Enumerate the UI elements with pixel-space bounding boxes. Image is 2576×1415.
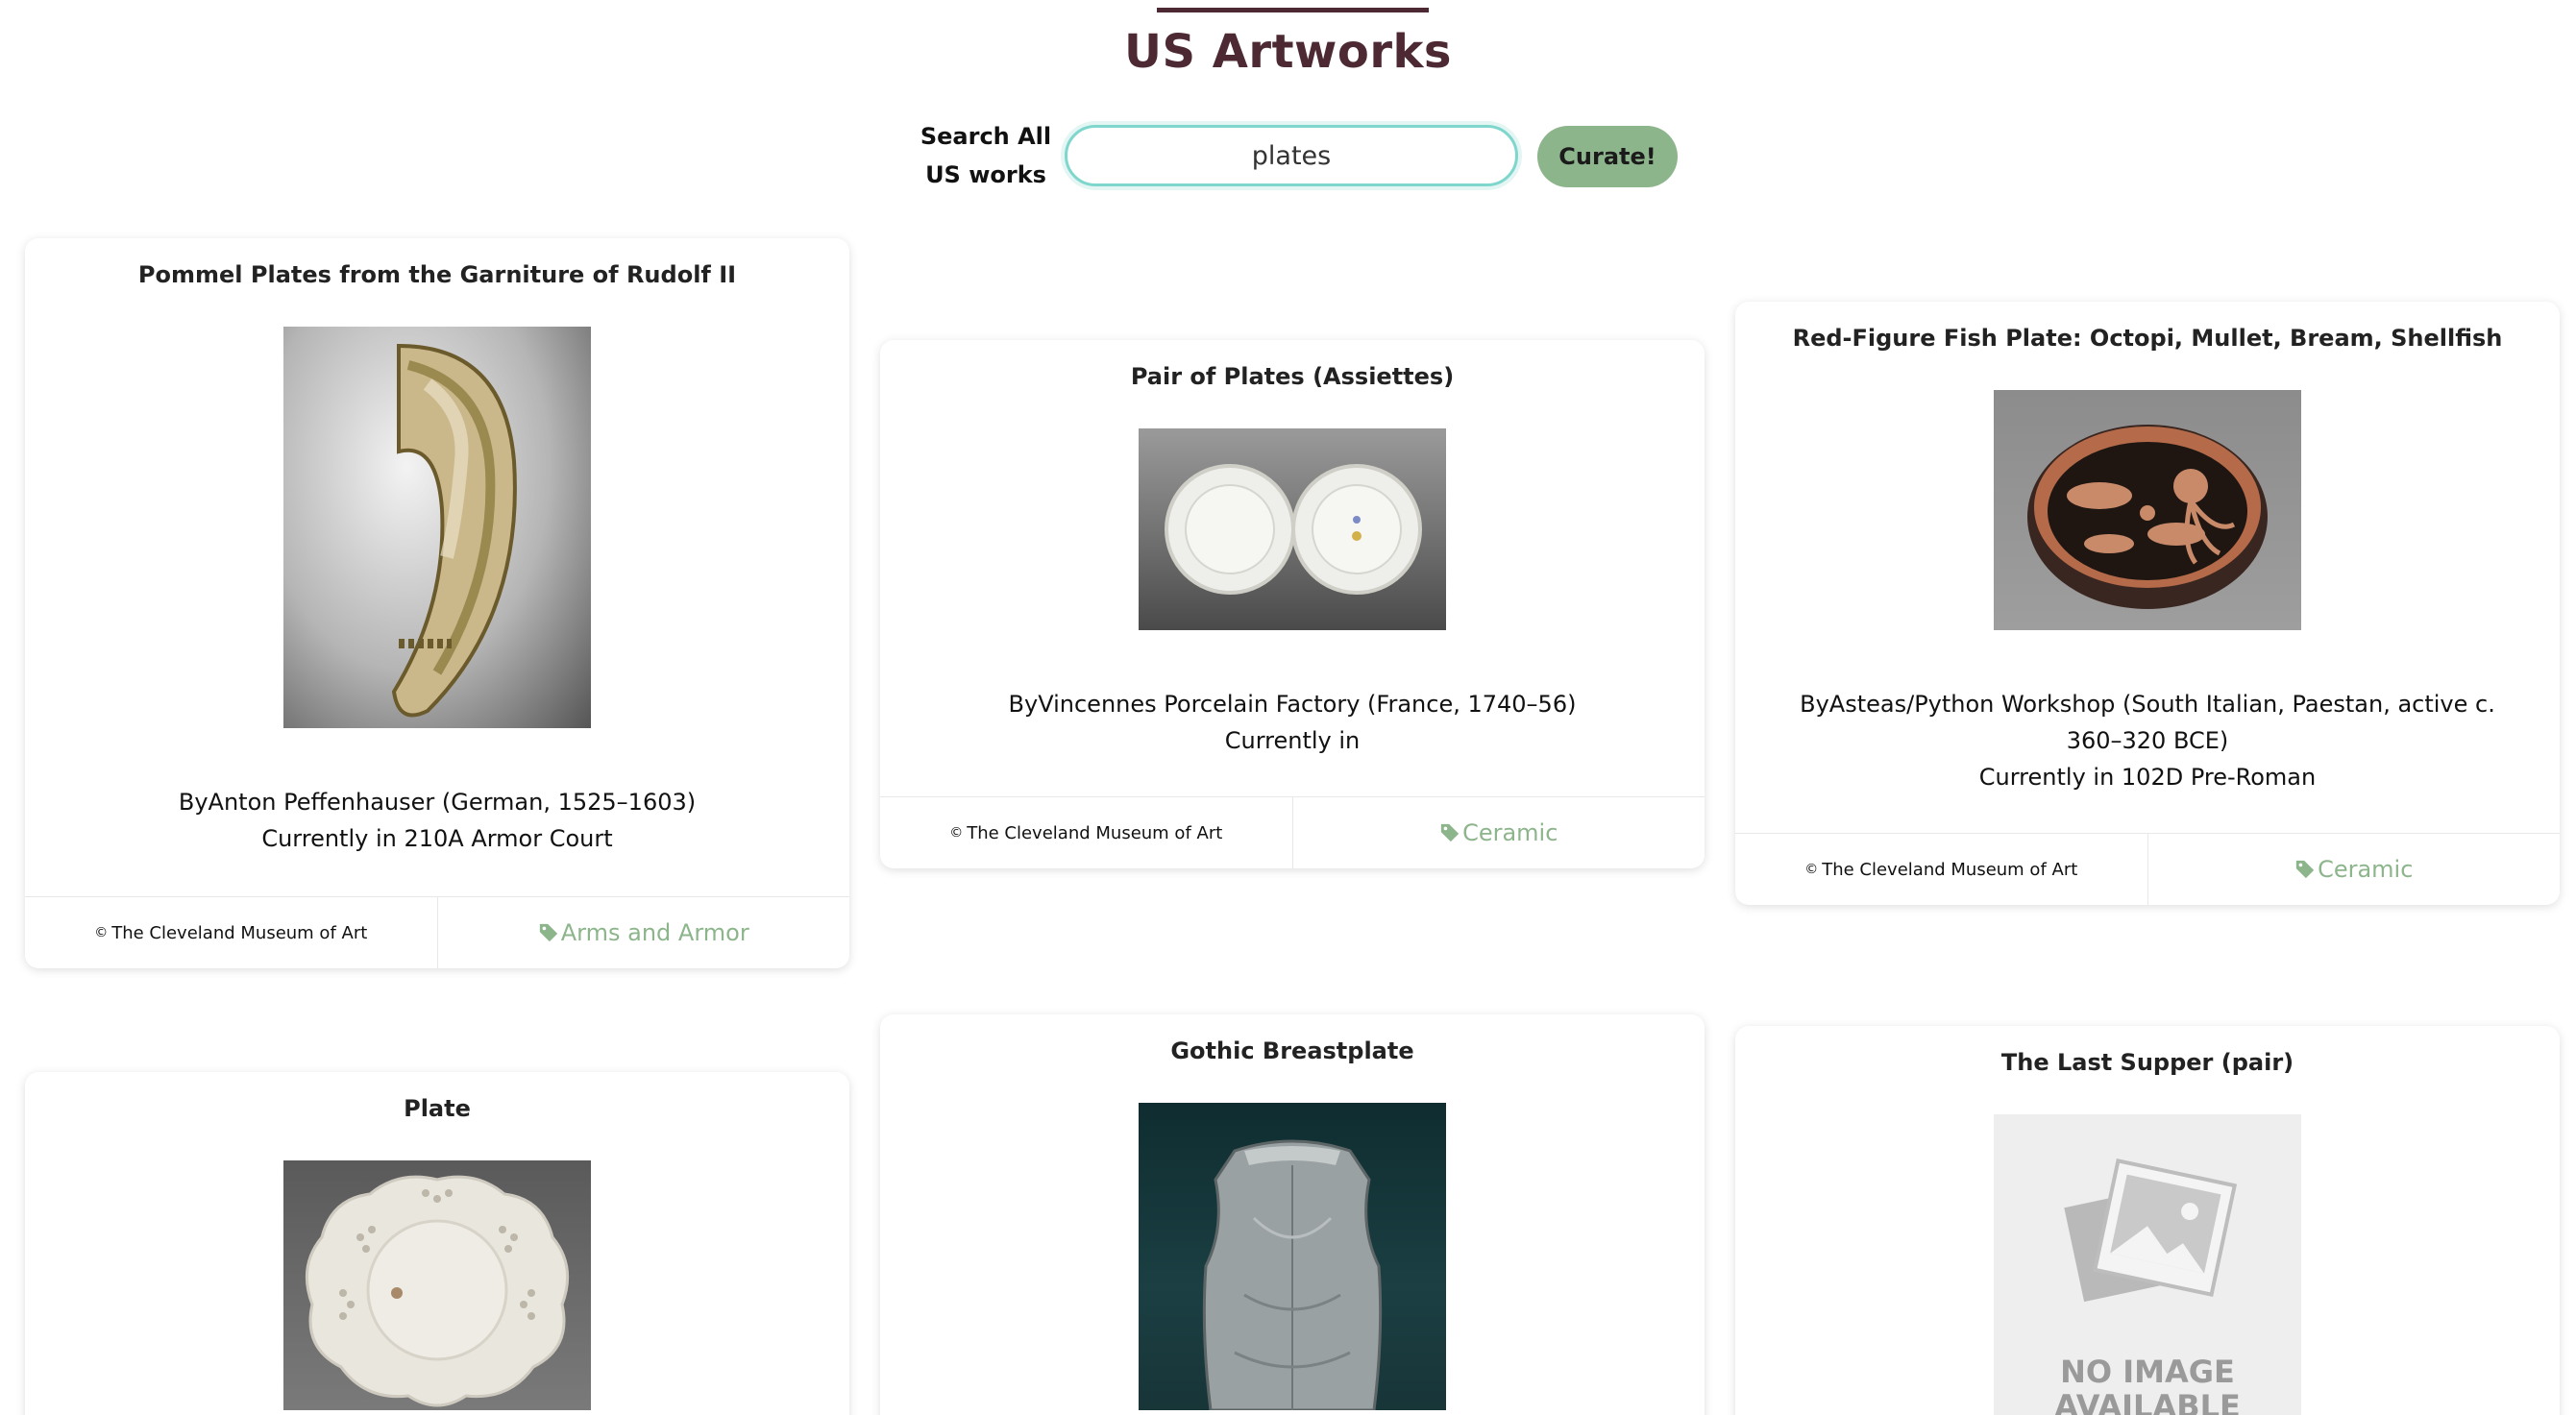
curate-button[interactable]: Curate! [1537, 126, 1678, 187]
artwork-image[interactable] [1139, 428, 1446, 630]
plate-image [305, 1175, 570, 1407]
fish-plate-image [2027, 425, 2268, 609]
artwork-title: The Last Supper (pair) [2000, 1049, 2294, 1076]
artwork-title: Red-Figure Fish Plate: Octopi, Mullet, B… [1792, 325, 2503, 352]
pair-of-plates-image [1165, 464, 1422, 595]
pommel-plate-image [391, 343, 517, 718]
tag-icon [539, 923, 557, 942]
copyright-text: The Cleveland Museum of Art [967, 823, 1223, 843]
no-image-line1: NO IMAGE [2060, 1354, 2235, 1390]
no-image-text: NO IMAGE AVAILABLE [1994, 1354, 2301, 1415]
card-footer: © The Cleveland Museum of Art Arms and Ar… [25, 896, 849, 968]
artwork-card: Gothic Breastplate [880, 1014, 1705, 1415]
copyright-label: © The Cleveland Museum of Art [25, 897, 438, 968]
artwork-card: The Last Supper (pair) NO IMAGE AVAILABL… [1735, 1026, 2560, 1415]
artwork-title: Pair of Plates (Assiettes) [1130, 363, 1455, 390]
artwork-artist: ByVincennes Porcelain Factory (France, 1… [1008, 691, 1577, 718]
copyright-label: © The Cleveland Museum of Art [1735, 834, 2148, 905]
artwork-location: Currently in 210A Armor Court [261, 825, 613, 852]
copyright-symbol: © [94, 925, 109, 940]
card-footer: © The Cleveland Museum of Art Ceramic [880, 796, 1705, 868]
copyright-symbol: © [1804, 862, 1819, 877]
artwork-title: Pommel Plates from the Garniture of Rudo… [137, 261, 737, 288]
artwork-location: Currently in 102D Pre-Roman [1978, 764, 2317, 791]
artwork-card: Red-Figure Fish Plate: Octopi, Mullet, B… [1735, 302, 2560, 905]
no-image-placeholder[interactable]: NO IMAGE AVAILABLE [1994, 1114, 2301, 1415]
artwork-card: Pair of Plates (Assiettes) ByVincennes P… [880, 340, 1705, 868]
copyright-symbol: © [949, 825, 964, 841]
artwork-card: Pommel Plates from the Garniture of Rudo… [25, 238, 849, 968]
artwork-artist: ByAsteas/Python Workshop (South Italian,… [1800, 691, 2495, 754]
artwork-location: Currently in [1224, 727, 1361, 754]
category-tag-link[interactable]: Ceramic [2148, 834, 2561, 905]
artwork-image[interactable] [283, 1160, 591, 1410]
artwork-card: Plate [25, 1072, 849, 1415]
artwork-title: Plate [404, 1095, 471, 1122]
no-image-line2: AVAILABLE [2054, 1388, 2241, 1415]
page-title: US Artworks [1123, 25, 1452, 79]
search-label: Search All US works [920, 123, 1052, 188]
breastplate-image [1202, 1139, 1383, 1410]
card-footer: © The Cleveland Museum of Art Ceramic [1735, 833, 2560, 905]
artwork-image[interactable] [283, 327, 591, 728]
artwork-image[interactable] [1994, 390, 2301, 630]
copyright-label: © The Cleveland Museum of Art [880, 797, 1293, 868]
title-underline [1157, 8, 1429, 12]
tag-icon [2295, 860, 2315, 879]
category-tag: Ceramic [2318, 856, 2414, 883]
category-tag: Arms and Armor [560, 919, 749, 946]
artwork-image[interactable] [1139, 1103, 1446, 1410]
category-tag-link[interactable]: Ceramic [1293, 797, 1705, 868]
tag-icon [1440, 823, 1460, 842]
page: US Artworks Search All US works Curate! … [0, 0, 2576, 1415]
copyright-text: The Cleveland Museum of Art [1822, 860, 2078, 880]
artwork-title: Gothic Breastplate [1170, 1037, 1414, 1064]
category-tag: Ceramic [1462, 819, 1558, 846]
category-tag-link[interactable]: Arms and Armor [438, 897, 850, 968]
search-input[interactable] [1065, 125, 1518, 186]
copyright-text: The Cleveland Museum of Art [111, 923, 368, 943]
artwork-artist: ByAnton Peffenhauser (German, 1525–1603) [178, 789, 697, 816]
